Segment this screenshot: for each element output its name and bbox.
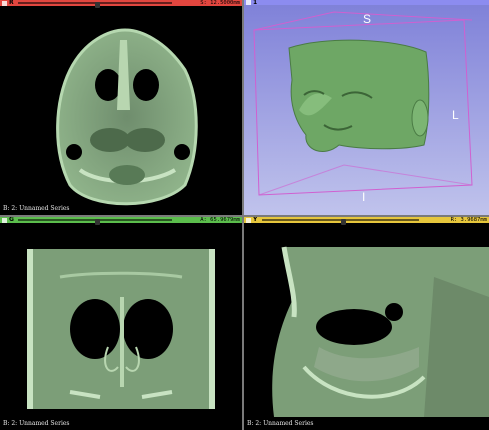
orientation-inferior: I <box>362 190 366 204</box>
sagittal-ct-image <box>272 246 489 417</box>
coronal-view[interactable]: G A: 65.9679mm B: 2: Unnamed Series <box>0 217 242 430</box>
sagittal-view[interactable]: Y R: 3.9687mm B: 2: Unnamed Series <box>244 217 489 430</box>
series-label: B: 2: Unnamed Series <box>3 420 70 427</box>
orientation-superior: S <box>363 12 372 26</box>
axial-view[interactable]: R S: 12.5000mm B: 2: Unnamed Series <box>0 0 242 215</box>
layout-divider-horizontal[interactable] <box>0 215 489 217</box>
orientation-left: L <box>452 108 459 122</box>
series-label: B: 2: Unnamed Series <box>3 205 70 212</box>
axial-ct-image <box>56 28 198 206</box>
series-label: B: 2: Unnamed Series <box>247 420 314 427</box>
three-d-view[interactable]: 1 S L I <box>244 0 489 215</box>
coronal-ct-image <box>27 249 215 409</box>
